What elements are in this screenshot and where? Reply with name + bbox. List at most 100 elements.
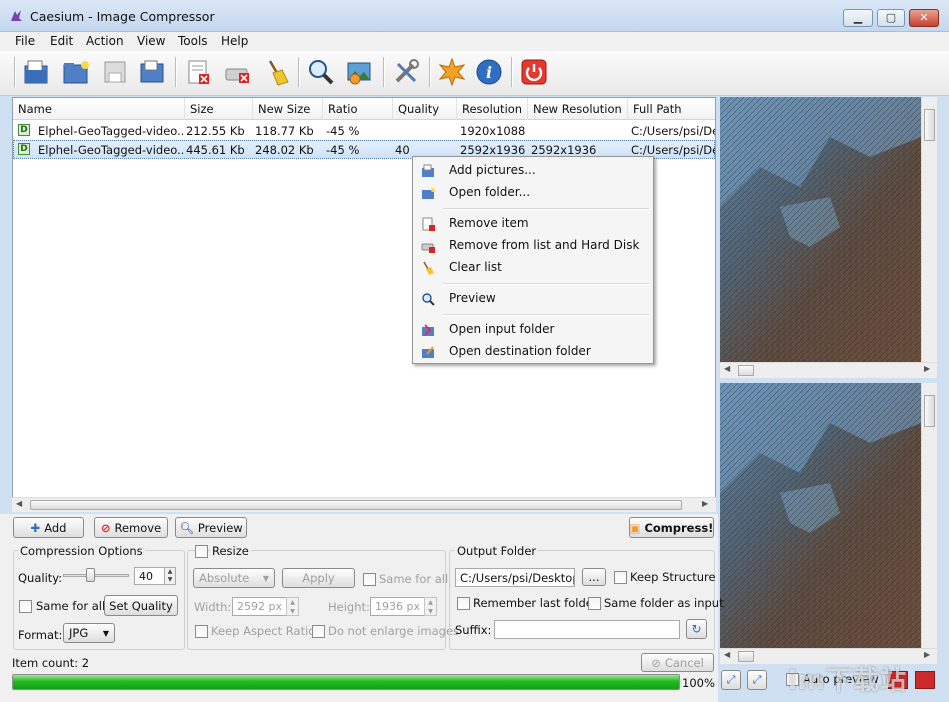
menu-action[interactable]: Action bbox=[86, 34, 124, 48]
add-pictures-tool-button[interactable] bbox=[20, 56, 52, 88]
menu-view[interactable]: View bbox=[137, 34, 165, 48]
menu-item-clear-list[interactable]: Clear list bbox=[415, 257, 652, 279]
compressed-preview-vertical-scrollbar[interactable] bbox=[921, 383, 937, 648]
column-header-ratio[interactable]: Ratio bbox=[323, 98, 393, 120]
menu-item-preview[interactable]: Preview bbox=[415, 288, 652, 310]
resize-same-for-all-checkbox[interactable] bbox=[363, 573, 376, 586]
menu-separator bbox=[443, 314, 649, 315]
svg-text:i: i bbox=[486, 63, 492, 82]
width-spinbox[interactable]: 2592 px bbox=[232, 597, 287, 616]
height-spin-arrows-icon[interactable]: ▲ ▼ bbox=[424, 597, 437, 616]
cancel-button[interactable]: ⊘ Cancel bbox=[641, 653, 714, 672]
height-spinbox[interactable]: 1936 px bbox=[370, 597, 425, 616]
window-title: Caesium - Image Compressor bbox=[30, 9, 215, 24]
scroll-left-arrow-icon[interactable]: ◀ bbox=[724, 364, 730, 373]
quality-slider[interactable] bbox=[63, 568, 129, 586]
save-tool-button[interactable] bbox=[99, 56, 131, 88]
column-header-new-size[interactable]: New Size bbox=[253, 98, 323, 120]
list-horizontal-scrollbar[interactable]: ◀ ▶ bbox=[12, 497, 716, 512]
menu-item-remove-from-disk[interactable]: Remove from list and Hard Disk bbox=[415, 235, 652, 257]
refresh-suffix-button[interactable]: ↻ bbox=[686, 619, 707, 639]
resize-title: Resize bbox=[210, 544, 251, 558]
column-header-quality[interactable]: Quality bbox=[393, 98, 457, 120]
cell-size: 445.61 Kb bbox=[186, 143, 245, 157]
menu-item-add-pictures[interactable]: Add pictures... bbox=[415, 160, 652, 182]
keep-aspect-ratio-checkbox[interactable] bbox=[195, 625, 208, 638]
browse-button[interactable]: ... bbox=[582, 568, 606, 586]
set-quality-button[interactable]: Set Quality bbox=[104, 595, 178, 616]
scrollbar-thumb[interactable] bbox=[738, 365, 754, 376]
output-path-field[interactable]: C:/Users/psi/Desktop bbox=[455, 568, 575, 587]
toolbar: i bbox=[0, 51, 949, 96]
menu-item-open-input-folder[interactable]: Open input folder bbox=[415, 319, 652, 341]
do-not-enlarge-checkbox[interactable] bbox=[312, 625, 325, 638]
menu-item-open-destination-folder[interactable]: Open destination folder bbox=[415, 341, 652, 363]
plus-icon: ✚ bbox=[30, 520, 41, 535]
remove-button[interactable]: ⊘ Remove bbox=[94, 517, 168, 538]
close-button[interactable]: ✕ bbox=[909, 9, 939, 27]
same-for-all-checkbox[interactable] bbox=[19, 600, 32, 613]
scroll-left-arrow-icon[interactable]: ◀ bbox=[724, 650, 730, 659]
toolbar-separator bbox=[383, 57, 384, 87]
column-header-resolution[interactable]: Resolution bbox=[457, 98, 528, 120]
original-preview-horizontal-scrollbar[interactable]: ◀ ▶ bbox=[720, 362, 937, 378]
suffix-field[interactable] bbox=[494, 620, 680, 639]
column-header-size[interactable]: Size bbox=[185, 98, 253, 120]
about-tool-button[interactable]: i bbox=[473, 56, 505, 88]
original-preview-vertical-scrollbar[interactable] bbox=[921, 97, 937, 362]
compress-button[interactable]: ▣ Compress! bbox=[629, 517, 714, 538]
quality-spin-arrows-icon[interactable]: ▲ ▼ bbox=[164, 567, 176, 585]
menu-item-open-folder[interactable]: Open folder... bbox=[415, 182, 652, 204]
scroll-right-arrow-icon[interactable]: ▶ bbox=[924, 364, 930, 373]
preview-tool-button[interactable] bbox=[305, 56, 337, 88]
exit-tool-button[interactable] bbox=[518, 56, 550, 88]
menu-help[interactable]: Help bbox=[221, 34, 248, 48]
menu-file[interactable]: File bbox=[15, 34, 35, 48]
fit-compressed-button[interactable]: ⤢ bbox=[747, 670, 767, 690]
remember-last-folder-checkbox[interactable] bbox=[457, 597, 470, 610]
menu-edit[interactable]: Edit bbox=[50, 34, 73, 48]
minimize-button[interactable]: ▁ bbox=[843, 9, 873, 27]
menu-item-remove-item[interactable]: Remove item bbox=[415, 213, 652, 235]
same-folder-as-input-checkbox[interactable] bbox=[588, 597, 601, 610]
table-row[interactable]: D Elphel-GeoTagged-video... 212.55 Kb 11… bbox=[13, 121, 715, 140]
resize-mode-dropdown[interactable]: Absolute ▼ bbox=[193, 568, 275, 588]
donate-tool-button[interactable] bbox=[436, 56, 468, 88]
scroll-right-arrow-icon[interactable]: ▶ bbox=[702, 499, 708, 508]
scrollbar-thumb[interactable] bbox=[738, 651, 754, 662]
column-header-new-resolution[interactable]: New Resolution bbox=[528, 98, 628, 120]
scrollbar-thumb[interactable] bbox=[30, 500, 682, 510]
keep-structure-checkbox[interactable] bbox=[614, 571, 627, 584]
scroll-left-arrow-icon[interactable]: ◀ bbox=[16, 499, 22, 508]
clear-list-tool-button[interactable] bbox=[260, 56, 292, 88]
slider-thumb[interactable] bbox=[86, 568, 95, 582]
format-dropdown[interactable]: JPG ▼ bbox=[63, 623, 115, 643]
fit-original-button[interactable]: ⤢ bbox=[721, 670, 741, 690]
scroll-right-arrow-icon[interactable]: ▶ bbox=[924, 650, 930, 659]
maximize-button[interactable]: ▢ bbox=[877, 9, 905, 27]
menu-tools[interactable]: Tools bbox=[178, 34, 208, 48]
format-label: Format: bbox=[18, 628, 63, 642]
remove-from-disk-tool-button[interactable] bbox=[222, 56, 254, 88]
remove-item-tool-button[interactable] bbox=[182, 56, 214, 88]
compressed-preview-panel[interactable] bbox=[720, 383, 937, 648]
apply-button[interactable]: Apply bbox=[282, 568, 355, 588]
magnifier-icon: 🔍︎ bbox=[179, 520, 194, 535]
width-spin-arrows-icon[interactable]: ▲ ▼ bbox=[286, 597, 299, 616]
close-preview-icon[interactable] bbox=[915, 671, 935, 689]
quality-spinbox[interactable]: 40 bbox=[134, 567, 165, 585]
open-folder-tool-button[interactable] bbox=[60, 56, 92, 88]
column-header-full-path[interactable]: Full Path bbox=[628, 98, 715, 120]
save-as-tool-button[interactable] bbox=[136, 56, 168, 88]
scrollbar-thumb[interactable] bbox=[924, 395, 935, 427]
compress-preview-tool-button[interactable] bbox=[343, 56, 375, 88]
settings-tool-button[interactable] bbox=[390, 56, 422, 88]
preview-button[interactable]: 🔍︎ Preview bbox=[175, 517, 247, 538]
add-button[interactable]: ✚ Add bbox=[13, 517, 84, 538]
original-preview-panel[interactable] bbox=[720, 97, 937, 362]
column-header-name[interactable]: Name bbox=[13, 98, 185, 120]
resize-checkbox[interactable] bbox=[195, 545, 208, 558]
remove-item-icon bbox=[422, 217, 435, 231]
progress-label: 100% bbox=[682, 676, 715, 690]
scrollbar-thumb[interactable] bbox=[924, 109, 935, 141]
